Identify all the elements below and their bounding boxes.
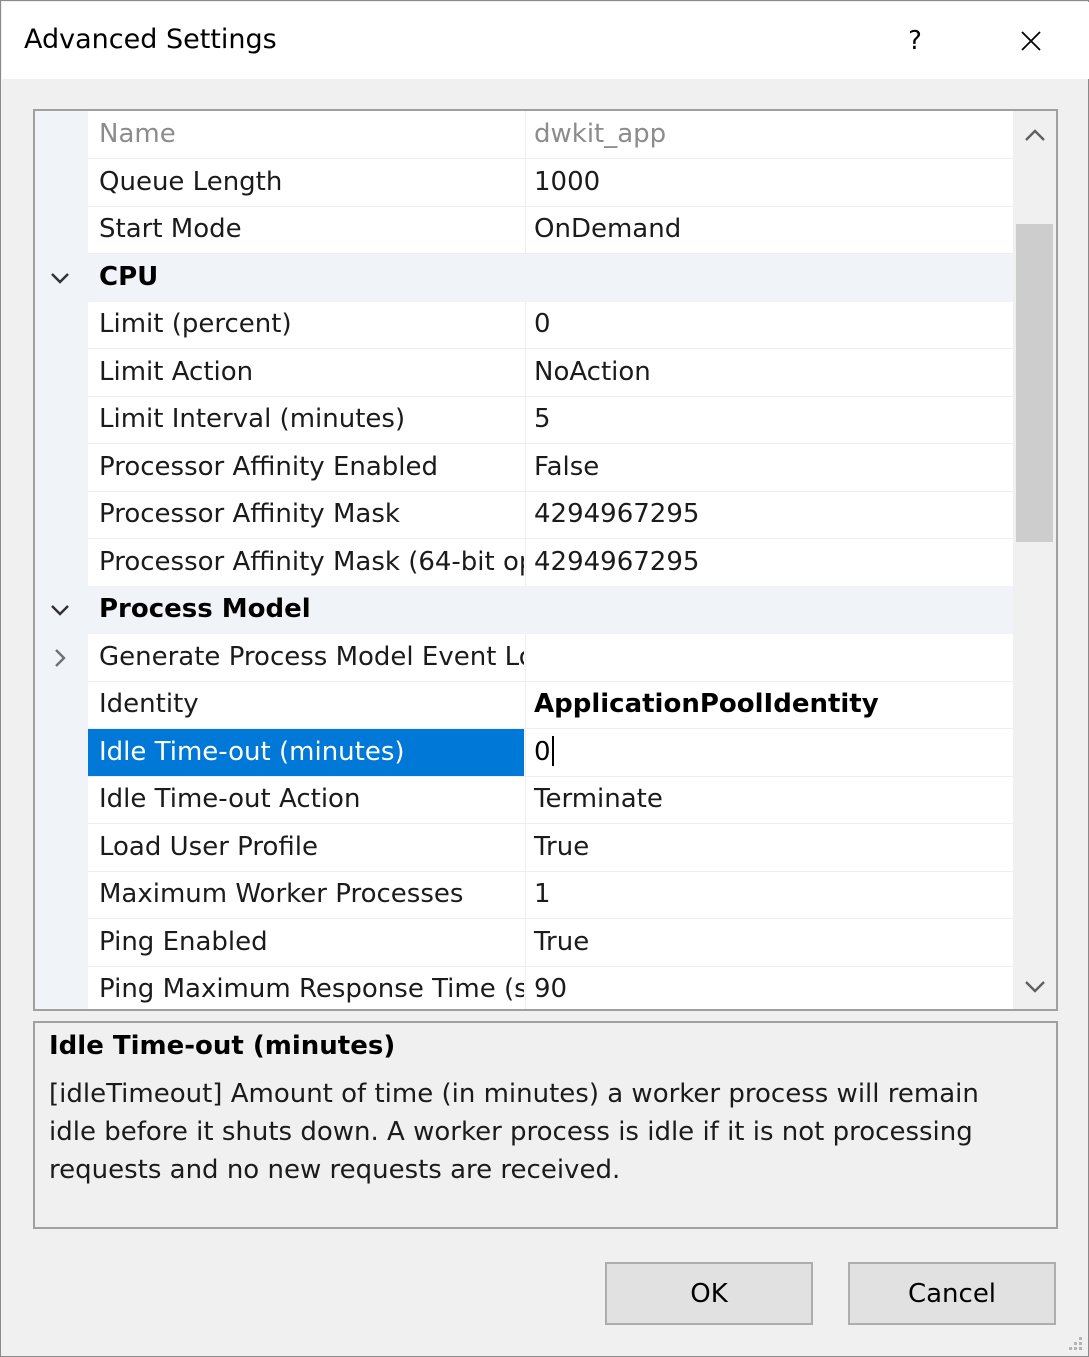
- property-name[interactable]: Start Mode: [88, 206, 524, 253]
- help-button[interactable]: ?: [857, 3, 973, 79]
- category-expand-toggle[interactable]: [47, 265, 73, 291]
- property-value-text: dwkit_app: [534, 119, 667, 149]
- property-value[interactable]: False: [525, 444, 1013, 491]
- property-value[interactable]: dwkit_app: [525, 111, 1013, 158]
- property-name[interactable]: Maximum Worker Processes: [88, 871, 524, 918]
- property-row[interactable]: Idle Time-out (minutes) 0: [35, 729, 1013, 777]
- property-value-text: 1: [534, 879, 551, 909]
- scroll-down-arrow-icon: [1024, 981, 1045, 993]
- property-row[interactable]: Identity ApplicationPoolIdentity: [35, 681, 1013, 729]
- property-value-text: NoAction: [534, 357, 651, 387]
- property-value[interactable]: 0: [525, 729, 1013, 776]
- property-name[interactable]: Processor Affinity Mask: [88, 491, 524, 538]
- property-name[interactable]: Identity: [88, 681, 524, 728]
- property-value-text: False: [534, 452, 600, 482]
- property-row[interactable]: Ping Maximum Response Time (seconds) 90: [35, 966, 1013, 1009]
- property-row[interactable]: Start Mode OnDemand: [35, 206, 1013, 254]
- property-value[interactable]: 1: [525, 871, 1013, 918]
- description-title: Idle Time-out (minutes): [49, 1031, 396, 1061]
- ok-button[interactable]: OK: [605, 1262, 813, 1325]
- property-value-text: 90: [534, 974, 568, 1004]
- property-name[interactable]: Load User Profile: [88, 824, 524, 871]
- property-row[interactable]: Processor Affinity Enabled False: [35, 444, 1013, 492]
- property-value-text: ApplicationPoolIdentity: [534, 689, 879, 719]
- property-name[interactable]: Limit Action: [88, 349, 524, 396]
- property-value-text: 5: [534, 404, 551, 434]
- property-name[interactable]: Ping Enabled: [88, 919, 524, 966]
- scroll-down-button[interactable]: [1013, 963, 1056, 1009]
- text-caret: [551, 735, 554, 766]
- property-value[interactable]: 5: [525, 396, 1013, 443]
- cancel-button[interactable]: Cancel: [848, 1262, 1056, 1325]
- close-button[interactable]: [973, 3, 1089, 79]
- property-name[interactable]: Generate Process Model Event Log Entry: [88, 634, 524, 681]
- scroll-up-arrow-icon: [1024, 129, 1045, 141]
- property-row[interactable]: Limit Action NoAction: [35, 349, 1013, 397]
- property-value-text: True: [534, 927, 590, 957]
- property-expand-toggle[interactable]: [47, 645, 73, 671]
- resize-grip-icon[interactable]: [1063, 1331, 1085, 1353]
- category-label[interactable]: CPU: [88, 254, 524, 301]
- property-row[interactable]: Ping Enabled True: [35, 919, 1013, 967]
- property-value[interactable]: NoAction: [525, 349, 1013, 396]
- property-row[interactable]: Processor Affinity Mask (64-bit option) 4…: [35, 539, 1013, 587]
- category-label[interactable]: Process Model: [88, 586, 524, 633]
- property-name[interactable]: Processor Affinity Enabled: [88, 444, 524, 491]
- window-title: Advanced Settings: [24, 24, 277, 55]
- property-row[interactable]: Name dwkit_app: [35, 111, 1013, 159]
- property-value-text: Terminate: [534, 784, 663, 814]
- chevron-right-icon: [55, 649, 66, 667]
- property-value-editor[interactable]: 0: [534, 737, 551, 767]
- property-value[interactable]: 4294967295: [525, 491, 1013, 538]
- property-name[interactable]: Ping Maximum Response Time (seconds): [88, 966, 524, 1009]
- property-value[interactable]: OnDemand: [525, 206, 1013, 253]
- property-value-text: 0: [534, 309, 551, 339]
- property-name[interactable]: Processor Affinity Mask (64-bit option): [88, 539, 524, 586]
- property-name[interactable]: Limit Interval (minutes): [88, 396, 524, 443]
- property-name[interactable]: Idle Time-out Action: [88, 776, 524, 823]
- property-value[interactable]: ApplicationPoolIdentity: [525, 681, 1013, 728]
- property-name[interactable]: Idle Time-out (minutes): [88, 729, 524, 776]
- scroll-up-button[interactable]: [1013, 111, 1056, 159]
- property-value[interactable]: True: [525, 919, 1013, 966]
- property-value[interactable]: 1000: [525, 159, 1013, 206]
- property-row[interactable]: Idle Time-out Action Terminate: [35, 776, 1013, 824]
- property-value[interactable]: 90: [525, 966, 1013, 1009]
- category-expand-toggle[interactable]: [47, 597, 73, 623]
- property-value-text: OnDemand: [534, 214, 682, 244]
- property-row[interactable]: Maximum Worker Processes 1: [35, 871, 1013, 919]
- chevron-down-icon: [51, 273, 69, 284]
- property-value[interactable]: True: [525, 824, 1013, 871]
- property-row[interactable]: Limit (percent) 0: [35, 301, 1013, 349]
- title-bar: Advanced Settings ?: [2, 2, 1089, 79]
- property-value[interactable]: Terminate: [525, 776, 1013, 823]
- property-value[interactable]: 4294967295: [525, 539, 1013, 586]
- description-panel: Idle Time-out (minutes) [idleTimeout] Am…: [33, 1021, 1058, 1229]
- advanced-settings-dialog: Advanced Settings ? Name dwkit_app Queue L…: [0, 0, 1089, 1357]
- vertical-scrollbar[interactable]: [1013, 111, 1056, 1009]
- close-icon: [1021, 31, 1041, 51]
- scrollbar-thumb[interactable]: [1016, 224, 1053, 542]
- chevron-down-icon: [51, 605, 69, 616]
- property-value-text: 4294967295: [534, 547, 700, 577]
- property-name[interactable]: Queue Length: [88, 159, 524, 206]
- property-row[interactable]: Generate Process Model Event Log Entry: [35, 634, 1013, 682]
- category-row[interactable]: Process Model: [35, 586, 1013, 634]
- category-row[interactable]: CPU: [35, 254, 1013, 302]
- property-grid[interactable]: Name dwkit_app Queue Length 1000 Start Mode O…: [33, 109, 1058, 1011]
- property-name[interactable]: Limit (percent): [88, 301, 524, 348]
- property-value-text: 4294967295: [534, 499, 700, 529]
- property-row[interactable]: Limit Interval (minutes) 5: [35, 396, 1013, 444]
- property-value[interactable]: 0: [525, 301, 1013, 348]
- property-value-text: 1000: [534, 167, 601, 197]
- property-value[interactable]: [525, 634, 1013, 681]
- property-value-text: True: [534, 832, 590, 862]
- property-row[interactable]: Load User Profile True: [35, 824, 1013, 872]
- property-row[interactable]: Queue Length 1000: [35, 159, 1013, 207]
- property-row[interactable]: Processor Affinity Mask 4294967295: [35, 491, 1013, 539]
- property-name[interactable]: Name: [88, 111, 524, 158]
- description-text: [idleTimeout] Amount of time (in minutes…: [49, 1079, 979, 1185]
